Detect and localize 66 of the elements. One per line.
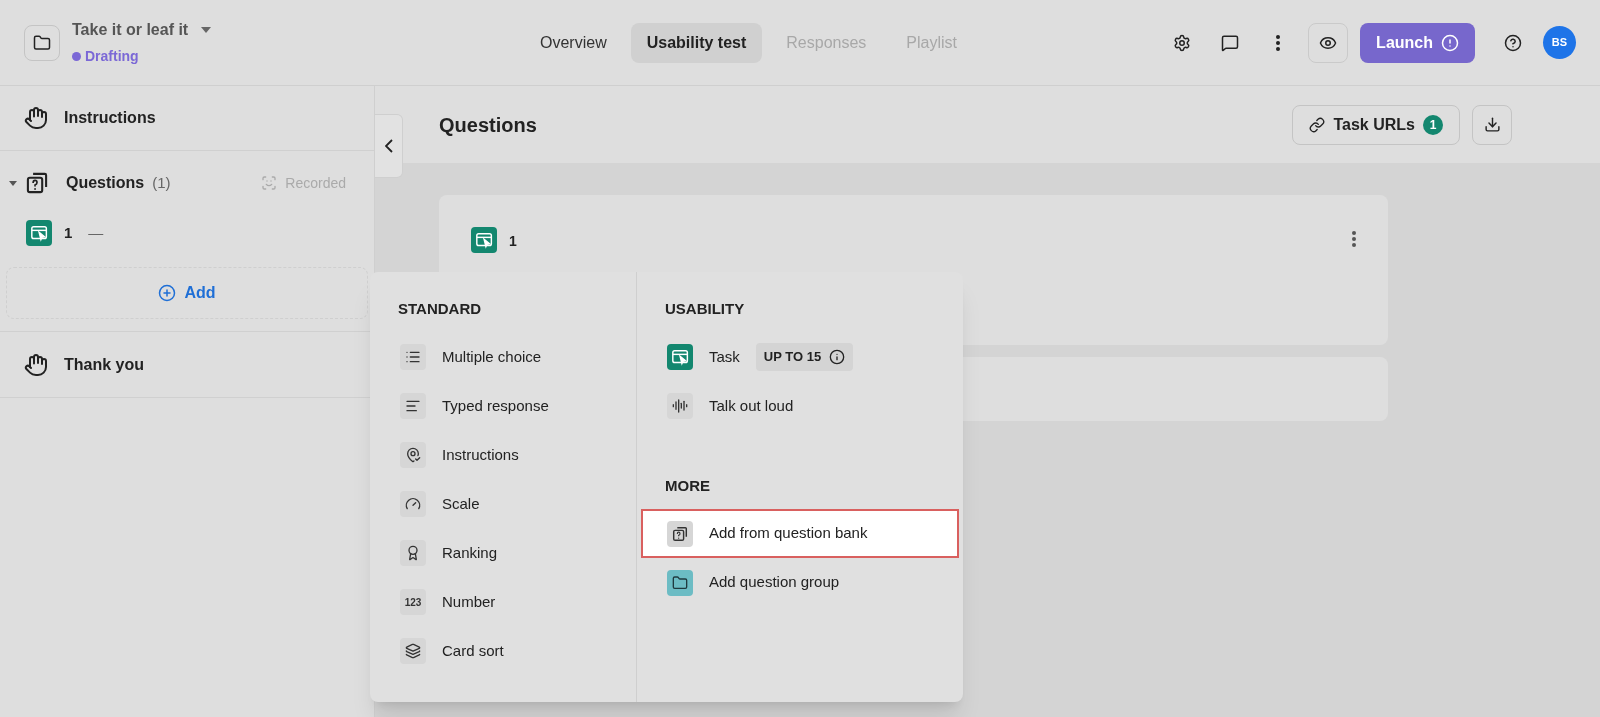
info-icon — [829, 349, 846, 365]
launch-button[interactable]: Launch — [1360, 22, 1475, 63]
nav-tab[interactable]: Usability test — [630, 22, 763, 63]
section-label[interactable]: Thank you — [64, 352, 144, 377]
hand-icon — [24, 106, 48, 130]
section-heading: MORE — [664, 475, 711, 496]
menu-item[interactable]: Task UP TO 15 — [641, 332, 959, 382]
audio-lines-icon — [672, 398, 688, 414]
question-number[interactable]: 1 — [64, 221, 73, 245]
count-badge: 1 — [1423, 114, 1443, 135]
section-heading: STANDARD — [398, 299, 483, 319]
question-count: (1) — [152, 172, 171, 193]
menu-item[interactable]: Scale — [398, 479, 636, 529]
expand-caret-icon[interactable] — [8, 178, 18, 188]
cards-icon — [405, 643, 421, 659]
help-icon — [1504, 33, 1522, 52]
award-icon — [405, 545, 421, 561]
settings-icon — [1173, 33, 1192, 52]
menu-item[interactable]: Talk out loud — [641, 381, 959, 431]
alert-icon — [1441, 33, 1459, 52]
folder-icon — [672, 574, 688, 591]
question-bank-icon — [24, 170, 50, 196]
link-icon — [1309, 116, 1326, 133]
list-icon — [405, 349, 421, 365]
number-icon: 123 — [404, 594, 422, 610]
download-icon — [1483, 116, 1501, 133]
menu-item[interactable]: Typed response — [398, 381, 636, 431]
menu-item[interactable]: 123 Number — [398, 577, 636, 627]
pin-icon — [405, 447, 421, 463]
task-urls-button[interactable]: Task URLs 1 — [1292, 104, 1460, 145]
status-label: Drafting — [85, 47, 139, 66]
record-icon — [261, 175, 278, 191]
hand-icon — [24, 352, 48, 377]
question-title[interactable]: — — [88, 221, 104, 245]
page-title: Questions — [439, 112, 537, 138]
menu-item[interactable]: Add from question bank — [641, 509, 959, 558]
dropdown-caret-icon[interactable] — [200, 26, 213, 34]
gauge-icon — [405, 496, 421, 512]
browser-cursor-icon — [471, 227, 497, 253]
menu-item[interactable]: Multiple choice — [398, 332, 636, 382]
text-lines-icon — [405, 398, 421, 414]
browser-cursor-icon — [667, 344, 693, 370]
more-icon[interactable] — [1276, 34, 1281, 51]
chevron-left-icon — [384, 139, 393, 153]
section-heading: USABILITY — [664, 299, 746, 319]
section-label[interactable]: Questions — [66, 171, 145, 195]
menu-item[interactable]: Add question group — [641, 558, 959, 607]
preview-button[interactable] — [1308, 22, 1349, 63]
menu-item[interactable]: Ranking — [398, 528, 636, 578]
nav-tab[interactable]: Overview — [524, 22, 623, 63]
more-icon[interactable] — [1352, 231, 1356, 247]
question-number: 1 — [509, 232, 517, 251]
add-button[interactable]: Add — [6, 267, 368, 319]
section-label[interactable]: Instructions — [64, 106, 156, 130]
menu-item[interactable]: Instructions — [398, 430, 636, 480]
project-title[interactable]: Take it or leaf it — [72, 18, 189, 42]
folder-icon — [33, 33, 51, 52]
limit-badge: UP TO 15 — [755, 343, 854, 371]
question-bank-icon — [671, 524, 689, 543]
browser-cursor-icon — [26, 220, 52, 246]
download-button[interactable] — [1472, 104, 1512, 145]
user-avatar[interactable]: BS — [1543, 26, 1576, 59]
comment-icon — [1221, 33, 1240, 52]
menu-item[interactable]: Card sort — [398, 626, 636, 676]
plus-icon — [158, 284, 177, 302]
project-folder-button[interactable] — [24, 24, 60, 61]
